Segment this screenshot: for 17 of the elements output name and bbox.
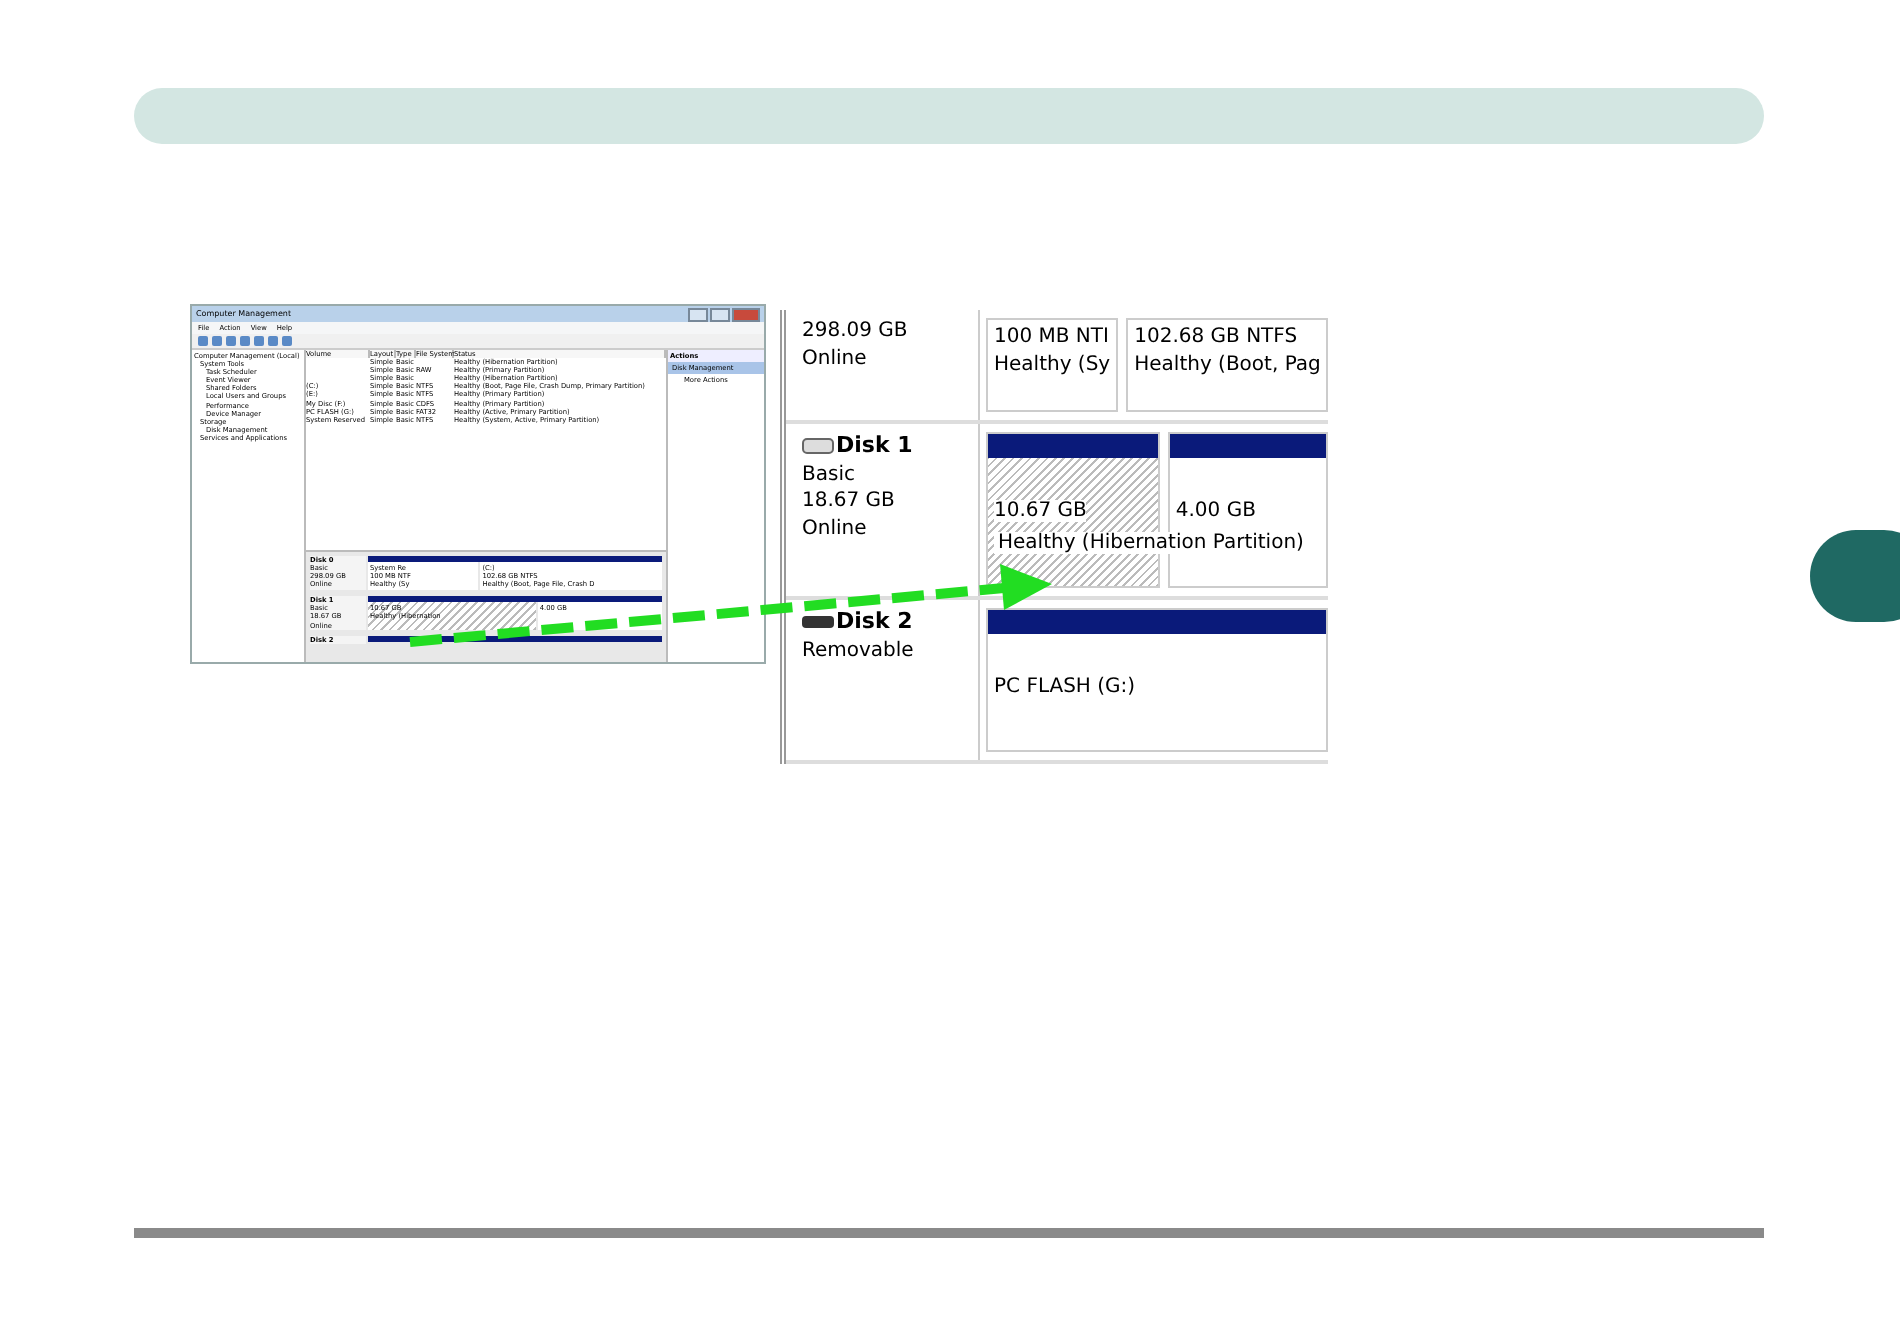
close-icon[interactable]	[732, 307, 760, 321]
disk-info: Removable	[802, 637, 916, 665]
disk-info: Online	[802, 515, 869, 543]
partition-block[interactable]: 102.68 GB NTFS Healthy (Boot, Pag	[1126, 318, 1329, 412]
minimize-icon[interactable]	[688, 307, 708, 321]
partition-status: Healthy (Hibernation Partition)	[994, 532, 1308, 554]
disk-name: Disk 2	[836, 608, 913, 638]
disk-info: Online	[802, 345, 869, 372]
disk-info: 298.09 GB	[802, 318, 910, 345]
disk-info: 18.67 GB	[802, 488, 897, 516]
disk-info: Basic	[802, 461, 857, 489]
hard-drive-icon	[802, 438, 834, 455]
maximize-icon[interactable]	[710, 307, 730, 321]
partition-block[interactable]: PC FLASH (G:)	[986, 608, 1329, 752]
drive-icon	[802, 616, 834, 629]
partition-block[interactable]: 100 MB NTI Healthy (Sy	[986, 318, 1119, 412]
disk-name: Disk 1	[836, 432, 913, 462]
